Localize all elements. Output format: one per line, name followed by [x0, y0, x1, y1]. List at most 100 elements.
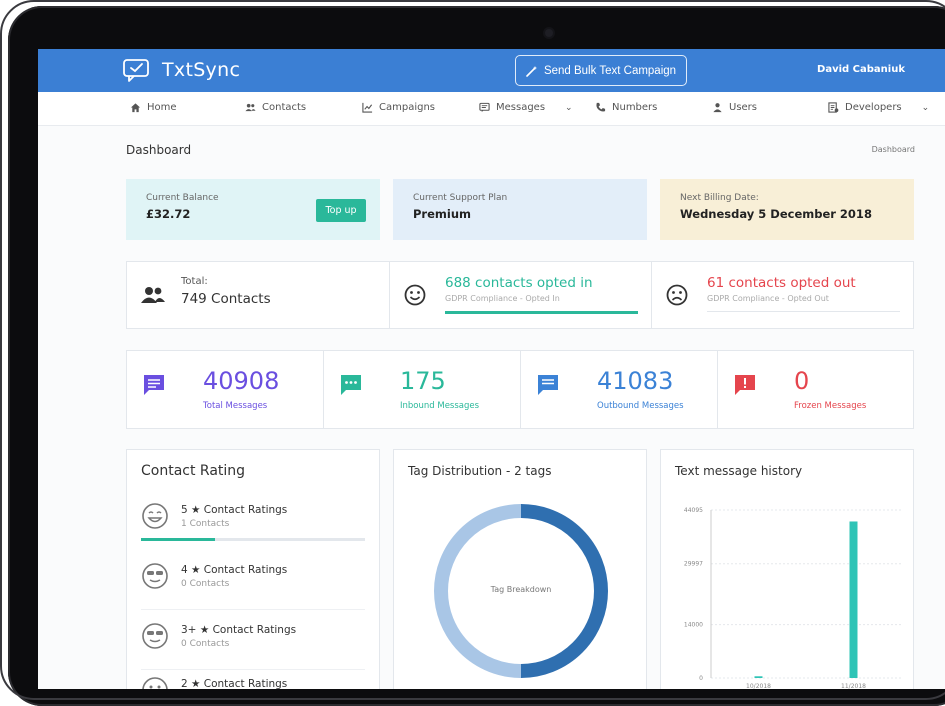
nav-item-campaigns[interactable]: Campaigns	[362, 102, 435, 113]
opted-in-cell: 688 contacts opted in GDPR Compliance - …	[390, 262, 651, 328]
nav-item-contacts[interactable]: Contacts	[245, 102, 306, 113]
frozen-messages-label: Frozen Messages	[794, 401, 867, 411]
breadcrumb[interactable]: Dashboard	[872, 145, 915, 154]
support-plan-label: Current Support Plan	[413, 193, 508, 203]
balance-card: Current Balance £32.72 Top up	[126, 179, 380, 240]
camera-icon	[545, 29, 553, 37]
tag-distribution-title: Tag Distribution - 2 tags	[408, 464, 552, 478]
inbound-messages-value: 175	[400, 367, 446, 395]
bar[interactable]	[754, 676, 763, 678]
home-icon	[130, 103, 141, 113]
opted-in-subtitle: GDPR Compliance - Opted In	[445, 294, 560, 303]
page-title: Dashboard	[126, 143, 192, 157]
message-history-chart: 0 14000 29997 44095 10/2018 11/2018	[684, 507, 901, 689]
app-name: TxtSync	[162, 59, 241, 81]
nav-item-numbers[interactable]: Numbers	[595, 102, 657, 113]
opted-out-cell: 61 contacts opted out GDPR Compliance - …	[652, 262, 914, 328]
smiling-face-icon	[142, 503, 168, 529]
total-contacts-cell: Total: 749 Contacts	[127, 262, 389, 328]
rating-title: 2 ★ Contact Ratings	[181, 678, 288, 689]
support-plan-card: Current Support Plan Premium	[393, 179, 647, 240]
contacts-icon	[141, 287, 165, 303]
y-tick-label: 44095	[684, 507, 703, 514]
chat-check-icon	[123, 59, 149, 82]
outbound-icon	[538, 375, 558, 395]
billing-value: Wednesday 5 December 2018	[680, 207, 872, 221]
nav-label-developers: Developers	[845, 102, 902, 113]
rating-count: 0 Contacts	[181, 639, 230, 649]
chart-title: Text message history	[675, 464, 803, 478]
opted-out-title: 61 contacts opted out	[707, 275, 856, 291]
opted-in-progress-track	[445, 311, 638, 314]
y-tick-label: 29997	[684, 561, 703, 568]
support-plan-value: Premium	[413, 207, 471, 221]
chevron-down-icon: ⌄	[565, 102, 573, 113]
inbound-messages-label: Inbound Messages	[400, 401, 480, 411]
message-stats: 40908 Total Messages 175 Inbound Message…	[126, 350, 914, 429]
sad-face-icon	[666, 284, 688, 306]
contact-rating-title: Contact Rating	[141, 463, 246, 479]
sunglasses-face-icon	[142, 563, 168, 589]
opted-out-progress-track	[707, 311, 900, 312]
contact-rating-panel: Contact Rating 5 ★ Contact Ratings 1 Con…	[126, 449, 380, 689]
nav-label-messages: Messages	[496, 102, 546, 113]
rating-item-4[interactable]: 4 ★ Contact Ratings 0 Contacts	[141, 554, 365, 610]
bar[interactable]	[849, 521, 858, 678]
donut-center-label: Tag Breakdown	[490, 585, 552, 594]
rating-progress-track	[141, 538, 365, 541]
nav-label-campaigns: Campaigns	[379, 102, 436, 113]
total-messages-value: 40908	[203, 367, 280, 395]
user-icon	[713, 103, 722, 113]
billing-card: Next Billing Date: Wednesday 5 December …	[660, 179, 914, 240]
magic-wand-icon	[526, 65, 537, 77]
chevron-down-icon: ⌄	[921, 102, 930, 113]
opted-in-title: 688 contacts opted in	[445, 275, 593, 291]
contacts-summary: Total: 749 Contacts 688 contacts opted i…	[126, 261, 914, 329]
inbound-messages-cell: 175 Inbound Messages	[324, 351, 520, 428]
nav-item-developers[interactable]: Developers ⌄	[828, 102, 929, 113]
rating-item-5[interactable]: 5 ★ Contact Ratings 1 Contacts	[141, 494, 365, 550]
rating-title: 5 ★ Contact Ratings	[181, 504, 288, 516]
message-history-panel: Text message history 0 14000 29997 44095 10/…	[660, 449, 914, 689]
y-tick-label: 0	[699, 675, 703, 682]
nav-item-home[interactable]: Home	[130, 102, 177, 113]
phone-icon	[596, 102, 606, 112]
nav-item-users[interactable]: Users	[712, 102, 757, 113]
neutral-face-icon	[142, 677, 168, 689]
alert-icon	[735, 375, 755, 395]
opted-in-progress-bar	[445, 311, 638, 314]
rating-item-3[interactable]: 3+ ★ Contact Ratings 0 Contacts	[141, 614, 365, 670]
outbound-messages-label: Outbound Messages	[597, 401, 684, 411]
opted-out-subtitle: GDPR Compliance - Opted Out	[707, 294, 829, 303]
nav-label-users: Users	[729, 102, 758, 113]
total-messages-cell: 40908 Total Messages	[127, 351, 323, 428]
app-logo[interactable]: TxtSync	[122, 58, 240, 82]
send-bulk-campaign-button[interactable]: Send Bulk Text Campaign	[515, 55, 687, 86]
total-messages-label: Total Messages	[203, 401, 268, 411]
total-contacts-value: 749 Contacts	[181, 291, 271, 307]
user-menu[interactable]: David Cabaniuk	[817, 64, 905, 75]
sunglasses-face-icon	[142, 623, 168, 649]
app-screen: TxtSync Send Bulk Text Campaign David Ca…	[38, 49, 945, 689]
message-icon	[144, 375, 164, 395]
send-bulk-campaign-label: Send Bulk Text Campaign	[543, 64, 677, 77]
billing-label: Next Billing Date:	[680, 193, 759, 203]
tag-distribution-panel: Tag Distribution - 2 tags Tag Breakdown	[393, 449, 647, 689]
nav-label-home: Home	[147, 102, 177, 113]
frozen-messages-value: 0	[794, 367, 810, 395]
y-tick-label: 14000	[684, 622, 703, 629]
top-up-button[interactable]: Top up	[316, 199, 366, 222]
nav-label-numbers: Numbers	[612, 102, 658, 113]
nav-label-contacts: Contacts	[262, 102, 307, 113]
rating-item-2[interactable]: 2 ★ Contact Ratings	[141, 668, 365, 689]
outbound-messages-value: 41083	[597, 367, 674, 395]
rating-count: 1 Contacts	[181, 519, 230, 529]
top-bar: TxtSync Send Bulk Text Campaign David Ca…	[38, 49, 945, 92]
outbound-messages-cell: 41083 Outbound Messages	[521, 351, 717, 428]
nav-item-messages[interactable]: Messages ⌄	[479, 102, 573, 113]
x-tick-label: 11/2018	[841, 683, 866, 689]
x-tick-label: 10/2018	[746, 683, 771, 689]
code-icon	[828, 102, 839, 113]
rating-count: 0 Contacts	[181, 579, 230, 589]
main-nav: Home Contacts Campaigns Messages ⌄ Numbe…	[38, 92, 945, 126]
